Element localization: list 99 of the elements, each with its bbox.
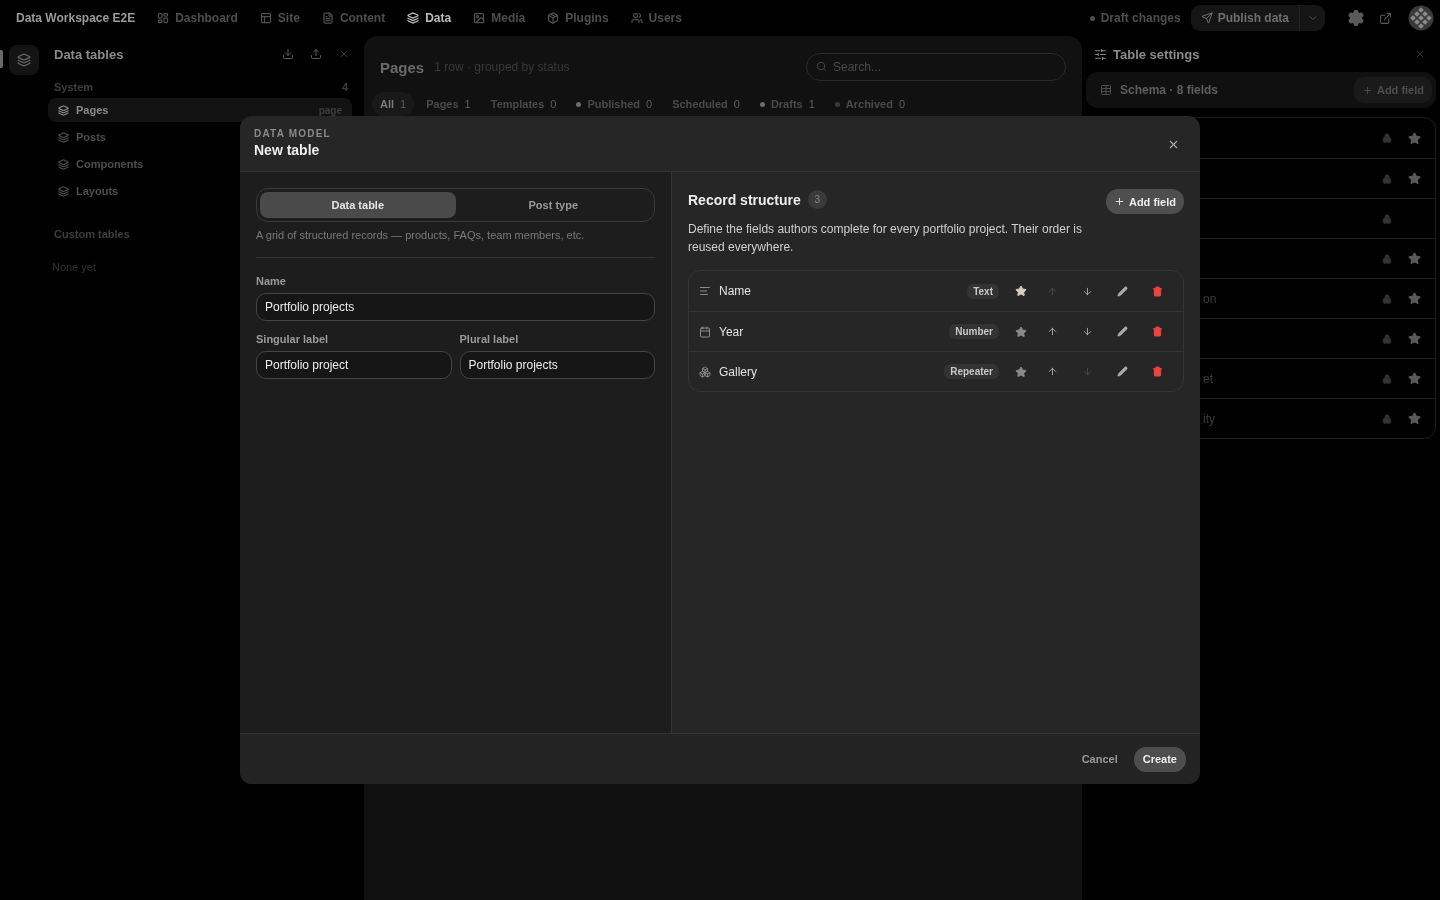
- nav-item[interactable]: Dashboard: [157, 11, 238, 25]
- field-name: ity: [1203, 411, 1216, 426]
- item-label: Posts: [76, 131, 106, 143]
- star-icon[interactable]: [1408, 252, 1421, 265]
- nav-item[interactable]: Content: [321, 11, 386, 25]
- filter-tab[interactable]: Drafts 1: [751, 92, 823, 116]
- item-label: Layouts: [76, 185, 119, 197]
- external-link-icon[interactable]: [1379, 11, 1392, 25]
- field-name: Year: [719, 324, 745, 339]
- search-icon: [816, 61, 827, 72]
- sliders-icon: [1094, 47, 1107, 61]
- table-title: Pages: [380, 58, 425, 76]
- download-icon[interactable]: [282, 48, 294, 60]
- star-icon[interactable]: [1015, 365, 1027, 378]
- field-label: Name: [256, 275, 287, 287]
- search-field[interactable]: Search...: [806, 53, 1066, 81]
- layers-icon: [58, 158, 69, 170]
- star-icon[interactable]: [1015, 325, 1027, 338]
- field-name: Name: [719, 284, 752, 298]
- content-icon: [321, 12, 334, 24]
- filter-tab[interactable]: Archived 0: [826, 92, 913, 116]
- field-label: Plural label: [459, 333, 520, 345]
- name-input[interactable]: Portfolio projects: [256, 293, 655, 321]
- nav-item[interactable]: Media: [473, 11, 526, 25]
- dialog-title: New table: [254, 142, 321, 158]
- filter-tab[interactable]: Scheduled 0: [664, 92, 748, 116]
- section-title: System: [54, 81, 94, 93]
- singular-label-input[interactable]: Portfolio project: [256, 351, 452, 379]
- layers-icon: [58, 185, 69, 197]
- star-icon[interactable]: [1408, 172, 1421, 185]
- type-tag: Repeater: [944, 364, 999, 379]
- mode-tab[interactable]: Post type: [455, 192, 651, 218]
- layers-icon[interactable]: [9, 45, 39, 75]
- text-field-icon: [699, 285, 711, 297]
- table-icon: [1100, 84, 1112, 96]
- add-field-button[interactable]: Add field: [1105, 189, 1184, 214]
- star-icon[interactable]: [1408, 372, 1421, 385]
- field-label: Singular label: [256, 333, 330, 345]
- lock-icon: [1382, 373, 1392, 384]
- dashboard-icon: [157, 12, 170, 24]
- close-icon[interactable]: [1167, 138, 1180, 151]
- section-count: 4: [341, 81, 348, 93]
- panel-title: Table settings: [1113, 46, 1201, 62]
- star-icon[interactable]: [1408, 412, 1421, 425]
- lock-icon: [1382, 173, 1392, 184]
- plural-label-input[interactable]: Portfolio projects: [459, 351, 655, 379]
- data-icon: [407, 12, 420, 24]
- nav-item[interactable]: Data: [407, 11, 452, 25]
- repeater-field-icon: [699, 365, 711, 378]
- dialog-overline: DATA MODEL: [254, 128, 332, 139]
- filter-tab[interactable]: Pages 1: [418, 92, 479, 116]
- panel-title: Data tables: [54, 46, 125, 62]
- count-badge: 3: [807, 190, 827, 209]
- item-label: Pages: [76, 104, 109, 116]
- plus-icon: [1113, 196, 1125, 207]
- type-tag: Number: [949, 324, 999, 339]
- field-name: et: [1203, 371, 1214, 386]
- upload-icon[interactable]: [310, 48, 322, 60]
- filter-tab[interactable]: All 1: [372, 92, 415, 116]
- lock-icon: [1382, 413, 1392, 424]
- nav-item[interactable]: Users: [630, 11, 682, 25]
- cancel-button[interactable]: Cancel: [1073, 746, 1126, 772]
- lock-icon: [1382, 213, 1392, 224]
- settings-icon[interactable]: [1347, 9, 1365, 27]
- layers-icon: [58, 104, 69, 116]
- site-icon: [259, 12, 272, 24]
- star-icon[interactable]: [1408, 332, 1421, 345]
- star-icon[interactable]: [1408, 131, 1421, 145]
- nav-item[interactable]: Site: [259, 11, 300, 25]
- star-icon[interactable]: [1408, 292, 1421, 305]
- media-icon: [473, 12, 486, 24]
- nav-item[interactable]: Plugins: [547, 11, 609, 25]
- field-name: Gallery: [719, 364, 758, 379]
- lock-icon: [1382, 293, 1392, 304]
- active-indicator: [0, 50, 3, 68]
- lock-icon: [1382, 253, 1392, 264]
- mode-tab[interactable]: Data table: [260, 192, 456, 218]
- workspace-name: Data Workspace E2E: [16, 11, 136, 25]
- draft-status: Draft changes: [1089, 11, 1181, 25]
- item-label: Components: [76, 158, 144, 170]
- section-description: Define the fields authors complete for every portfolio project. Their order is reused everywhere.: [688, 221, 1083, 256]
- field-name: on: [1203, 291, 1218, 306]
- mode-hint: A grid of structured records — products, FAQs, team members, etc.: [256, 229, 586, 241]
- layers-icon: [58, 131, 69, 143]
- section-title: Custom tables: [54, 228, 130, 240]
- create-button[interactable]: Create: [1133, 746, 1186, 772]
- section-title: Record structure: [688, 191, 801, 208]
- type-tag: Text: [967, 283, 999, 299]
- plus-icon: [1361, 84, 1373, 96]
- users-icon: [630, 12, 643, 24]
- send-icon: [1200, 12, 1213, 24]
- filter-tab[interactable]: Published 0: [568, 92, 661, 116]
- number-field-icon: [699, 325, 711, 338]
- lock-icon: [1382, 133, 1392, 143]
- filter-tab[interactable]: Templates 0: [482, 92, 565, 116]
- schema-label: Schema · 8 fields: [1120, 83, 1220, 97]
- avatar-icon[interactable]: [1408, 5, 1434, 31]
- plugins-icon: [547, 12, 560, 24]
- lock-icon: [1382, 333, 1392, 344]
